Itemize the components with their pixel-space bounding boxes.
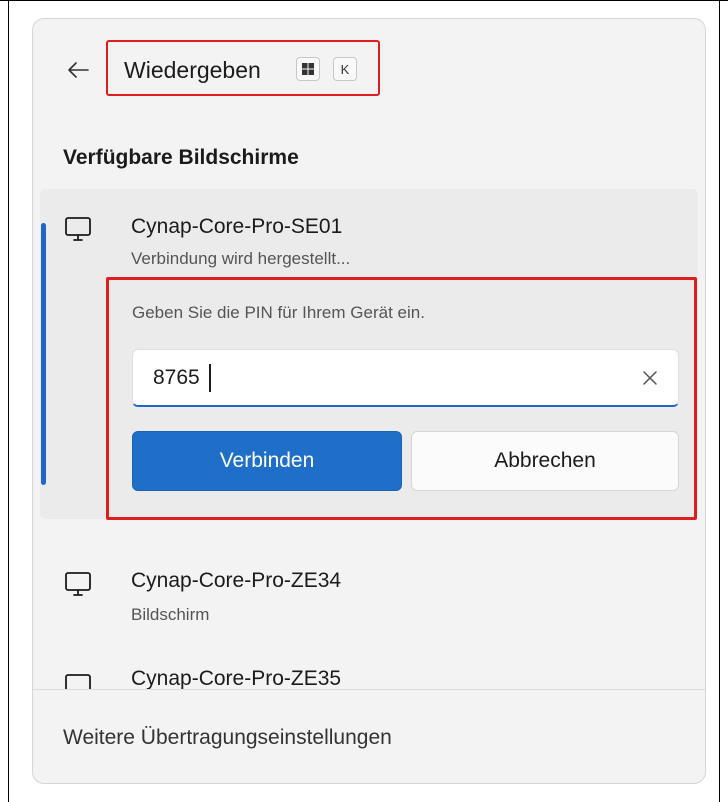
connect-button[interactable]: Verbinden [132, 431, 402, 491]
device-list: Cynap-Core-Pro-ZE34 Bildschirm Cynap-Cor… [33, 519, 705, 689]
device-status-ze34: Bildschirm [131, 605, 210, 624]
monitor-icon [63, 671, 93, 689]
frame-border-top [0, 0, 728, 1]
windows-logo-icon [302, 63, 314, 75]
selected-device-name: Cynap-Core-Pro-SE01 [131, 215, 343, 238]
cancel-button[interactable]: Abbrechen [411, 431, 679, 491]
cast-panel: Wiedergeben K Verfügbare Bildschirme Cyn… [32, 18, 706, 784]
section-heading: Verfügbare Bildschirme [63, 146, 299, 169]
selected-device-status: Verbindung wird hergestellt... [131, 249, 351, 268]
frame-border-left [8, 0, 9, 802]
footer-divider [33, 689, 705, 690]
monitor-icon [63, 569, 93, 599]
monitor-icon [63, 214, 93, 244]
pin-input-value: 8765 [153, 366, 200, 389]
page-title: Wiedergeben [124, 57, 261, 83]
pin-input[interactable]: 8765 [132, 349, 679, 407]
device-name-ze35[interactable]: Cynap-Core-Pro-ZE35 [131, 667, 341, 689]
more-settings-link[interactable]: Weitere Übertragungseinstellungen [63, 726, 392, 750]
frame-border-right [719, 0, 720, 802]
pin-prompt-label: Geben Sie die PIN für Ihrem Gerät ein. [132, 303, 425, 322]
device-name-ze34[interactable]: Cynap-Core-Pro-ZE34 [131, 569, 341, 593]
back-button[interactable] [63, 55, 93, 85]
windows-key-badge [296, 57, 320, 81]
selection-indicator [41, 223, 46, 485]
clear-input-button[interactable] [636, 364, 664, 392]
k-key-badge: K [333, 57, 357, 81]
back-arrow-icon [68, 62, 89, 78]
close-icon [643, 371, 657, 385]
text-caret [209, 364, 211, 392]
